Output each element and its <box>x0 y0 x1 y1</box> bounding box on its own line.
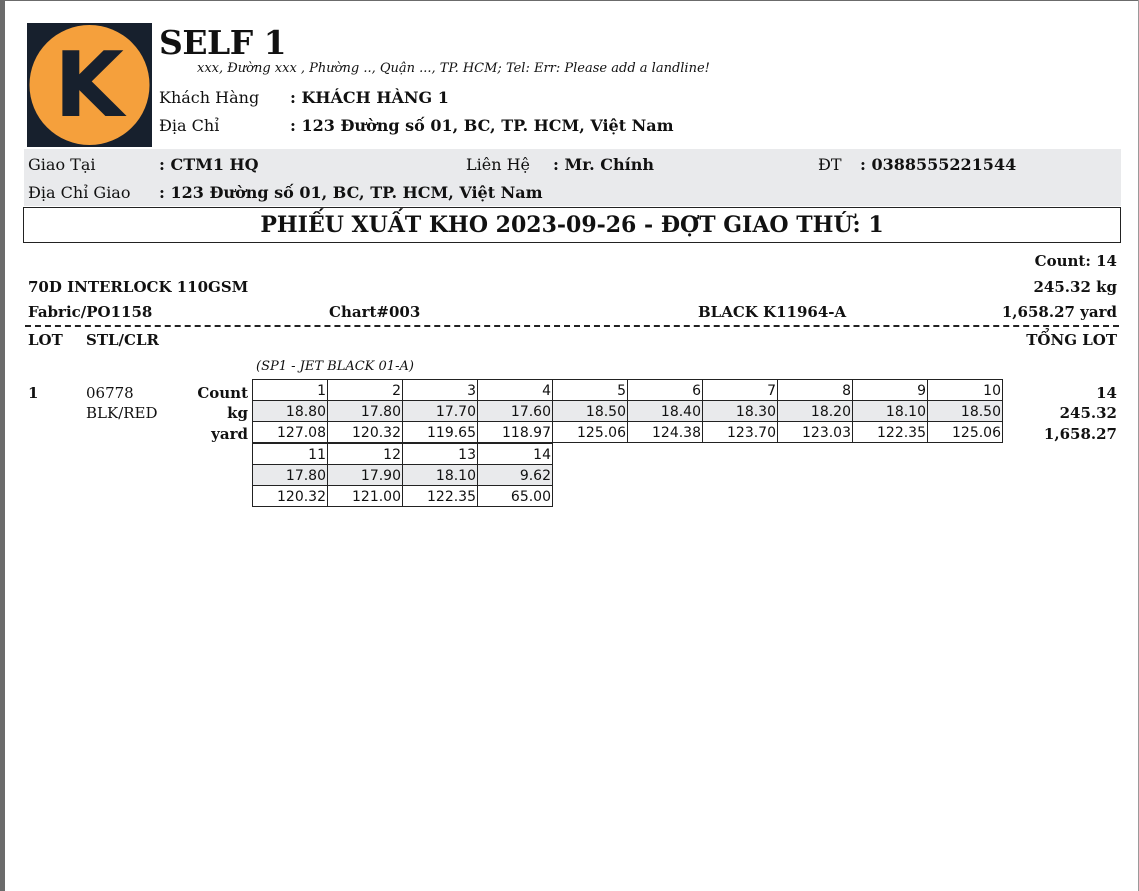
roll-yard-cell: 123.03 <box>777 421 853 443</box>
roll-kg-cell: 18.10 <box>402 464 478 486</box>
fabric-name: 70D INTERLOCK 110GSM <box>28 278 249 296</box>
roll-count-cell: 9 <box>852 379 928 401</box>
roll-yard-cell: 123.70 <box>702 421 778 443</box>
stl-clr-header: STL/CLR <box>86 331 159 349</box>
roll-yard-cell: 122.35 <box>852 421 928 443</box>
roll-count-cell: 5 <box>552 379 628 401</box>
yard-row-label: yard <box>211 425 248 443</box>
roll-yard-cell: 118.97 <box>477 421 553 443</box>
roll-yard-cell: 65.00 <box>477 485 553 507</box>
phone-value: : 0388555221544 <box>860 155 1017 174</box>
roll-kg-cell: 17.90 <box>327 464 403 486</box>
roll-count-cell: 13 <box>402 443 478 465</box>
chart-number: Chart#003 <box>329 303 421 321</box>
total-yard: 1,658.27 yard <box>1001 303 1117 321</box>
contact-value: : Mr. Chính <box>553 155 654 174</box>
roll-yard-cell: 127.08 <box>252 421 328 443</box>
logo-letter: K <box>54 33 127 138</box>
delivery-address-label: Địa Chỉ Giao <box>28 183 131 202</box>
delivery-at-label: Giao Tại <box>28 155 96 174</box>
roll-count-cell: 14 <box>477 443 553 465</box>
kg-row-label: kg <box>227 404 248 422</box>
roll-count-cell: 3 <box>402 379 478 401</box>
roll-count-cell: 11 <box>252 443 328 465</box>
roll-kg-cell: 18.40 <box>627 400 703 422</box>
lot-color: BLK/RED <box>86 404 158 422</box>
window-top-border <box>0 0 1139 1</box>
roll-yard-cell: 124.38 <box>627 421 703 443</box>
lot-total-kg: 245.32 <box>1059 404 1117 422</box>
lot-total-yard: 1,658.27 <box>1043 425 1117 443</box>
phone-label: ĐT <box>818 155 842 174</box>
customer-address-label: Địa Chỉ <box>159 116 220 135</box>
roll-kg-cell: 9.62 <box>477 464 553 486</box>
roll-kg-cell: 17.60 <box>477 400 553 422</box>
roll-kg-cell: 18.10 <box>852 400 928 422</box>
lot-total-count: 14 <box>1096 384 1117 402</box>
customer-label: Khách Hàng <box>159 88 260 107</box>
dashed-divider <box>25 325 1119 327</box>
customer-value: : KHÁCH HÀNG 1 <box>290 88 449 107</box>
fabric-po: Fabric/PO1158 <box>28 303 153 321</box>
roll-table-1: 1 2 3 4 5 6 7 8 9 10 18.80 17.80 17.70 1… <box>252 379 1003 443</box>
fabric-color: BLACK K11964-A <box>698 303 847 321</box>
roll-kg-cell: 17.80 <box>252 464 328 486</box>
roll-table-2: 11 12 13 14 17.80 17.90 18.10 9.62 120.3… <box>252 443 553 507</box>
lot-style: 06778 <box>86 384 134 402</box>
roll-kg-cell: 18.30 <box>702 400 778 422</box>
roll-yard-cell: 121.00 <box>327 485 403 507</box>
contact-label: Liên Hệ <box>466 155 531 174</box>
roll-kg-cell: 18.50 <box>552 400 628 422</box>
roll-yard-cell: 120.32 <box>327 421 403 443</box>
lot-subtitle: (SP1 - JET BLACK 01-A) <box>256 359 414 374</box>
roll-kg-cell: 17.70 <box>402 400 478 422</box>
roll-count-cell: 1 <box>252 379 328 401</box>
roll-kg-cell: 18.50 <box>927 400 1003 422</box>
roll-count-cell: 10 <box>927 379 1003 401</box>
total-kg: 245.32 kg <box>1033 278 1117 296</box>
lot-number: 1 <box>28 384 39 402</box>
window-left-border <box>0 0 5 891</box>
roll-count-cell: 8 <box>777 379 853 401</box>
roll-count-total: Count: 14 <box>1034 252 1117 270</box>
roll-yard-cell: 122.35 <box>402 485 478 507</box>
roll-kg-cell: 17.80 <box>327 400 403 422</box>
lot-header: LOT <box>28 331 63 349</box>
company-address: xxx, Đường xxx , Phường .., Quận ..., TP… <box>197 61 710 76</box>
document-title: PHIẾU XUẤT KHO 2023-09-26 - ĐỢT GIAO THỨ… <box>23 207 1121 243</box>
total-lot-header: TỔNG LOT <box>1026 331 1117 349</box>
delivery-address-value: : 123 Đường số 01, BC, TP. HCM, Việt Nam <box>159 183 543 202</box>
delivery-at-value: : CTM1 HQ <box>159 155 259 174</box>
roll-kg-cell: 18.20 <box>777 400 853 422</box>
document-title-text: PHIẾU XUẤT KHO 2023-09-26 - ĐỢT GIAO THỨ… <box>260 212 884 238</box>
roll-yard-cell: 120.32 <box>252 485 328 507</box>
roll-yard-cell: 125.06 <box>927 421 1003 443</box>
roll-yard-cell: 125.06 <box>552 421 628 443</box>
roll-yard-cell: 119.65 <box>402 421 478 443</box>
company-logo: K <box>27 23 152 147</box>
roll-count-cell: 4 <box>477 379 553 401</box>
roll-count-cell: 7 <box>702 379 778 401</box>
count-row-label: Count <box>197 384 248 402</box>
roll-count-cell: 12 <box>327 443 403 465</box>
roll-count-cell: 2 <box>327 379 403 401</box>
roll-kg-cell: 18.80 <box>252 400 328 422</box>
company-name: SELF 1 <box>159 23 287 62</box>
roll-count-cell: 6 <box>627 379 703 401</box>
customer-address-value: : 123 Đường số 01, BC, TP. HCM, Việt Nam <box>290 116 674 135</box>
